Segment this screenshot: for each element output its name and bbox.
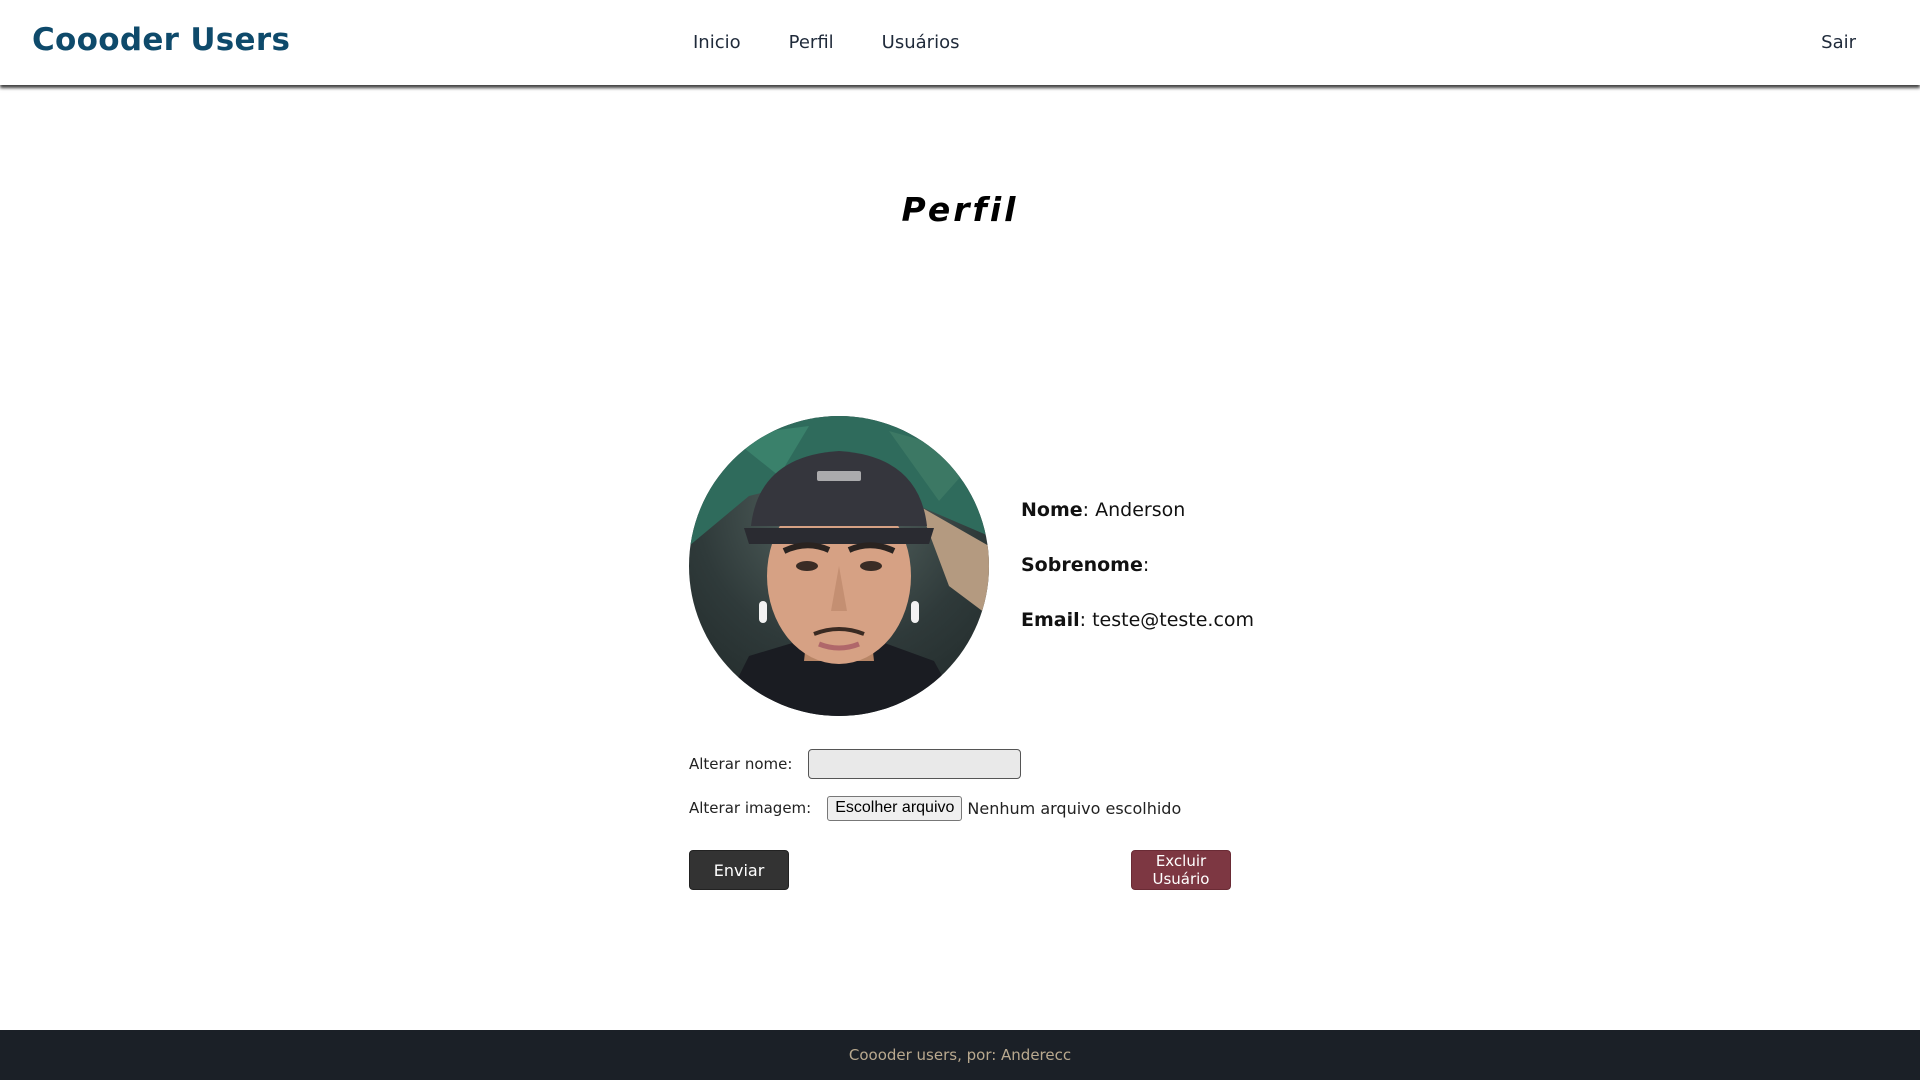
change-name-row: Alterar nome: (689, 748, 1181, 780)
choose-file-button[interactable]: Escolher arquivo (827, 795, 963, 821)
change-image-row: Alterar imagem: Escolher arquivo Nenhum … (689, 792, 1181, 824)
avatar-photo-icon (689, 416, 989, 716)
profile-surname-row: Sobrenome: (1021, 554, 1150, 576)
page-title: Perfil (901, 190, 1019, 229)
nav-link-perfil[interactable]: Perfil (789, 32, 834, 53)
change-name-label: Alterar nome: (689, 755, 793, 773)
name-value: Anderson (1095, 499, 1186, 521)
brand-logo[interactable]: Coooder Users (32, 22, 290, 58)
logout-link[interactable]: Sair (1821, 32, 1856, 53)
change-image-label: Alterar imagem: (689, 799, 812, 817)
nav-link-inicio[interactable]: Inicio (693, 32, 741, 53)
file-status-text: Nenhum arquivo escolhido (967, 798, 1182, 818)
nav-links: Inicio Perfil Usuários (693, 32, 959, 53)
footer: Coooder users, por: Anderecc (0, 1030, 1920, 1080)
surname-label: Sobrenome (1021, 554, 1143, 576)
profile-info: Nome: Anderson Sobrenome: Email: teste@t… (1021, 499, 1254, 664)
navbar: Coooder Users Inicio Perfil Usuários Sai… (0, 0, 1920, 85)
profile-edit-form: Alterar nome: Alterar imagem: Escolher a… (689, 748, 1181, 836)
change-name-input[interactable] (808, 749, 1022, 779)
footer-text: Coooder users, por: Anderecc (848, 1046, 1072, 1064)
profile-name-row: Nome: Anderson (1021, 499, 1186, 521)
delete-user-button[interactable]: Excluir Usuário (1131, 850, 1231, 890)
profile-avatar (689, 416, 989, 716)
email-value: teste@teste.com (1092, 609, 1255, 631)
name-label: Nome (1021, 499, 1083, 521)
email-label: Email (1021, 609, 1080, 631)
nav-link-usuarios[interactable]: Usuários (882, 32, 960, 53)
profile-email-row: Email: teste@teste.com (1021, 609, 1255, 631)
submit-button[interactable]: Enviar (689, 850, 789, 890)
